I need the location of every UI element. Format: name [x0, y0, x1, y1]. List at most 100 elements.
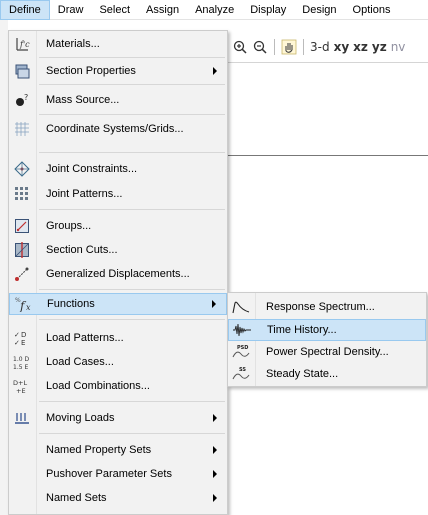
menu-design[interactable]: Design	[294, 0, 344, 20]
menu-item-groups[interactable]: Groups...	[9, 215, 227, 237]
submenu-item-time-history[interactable]: Time History...	[228, 319, 426, 341]
psd-badge: PSD	[237, 345, 248, 351]
load-cases-icon-top: 1.0 D	[13, 356, 29, 363]
generalized-displacements-icon	[13, 265, 31, 283]
menu-item-joint-patterns[interactable]: Joint Patterns...	[9, 183, 227, 205]
load-combinations-icon-top: D+L	[13, 379, 27, 387]
materials-icon: f'c	[13, 35, 31, 53]
submenu-item-response-spectrum[interactable]: Response Spectrum...	[228, 296, 426, 318]
menu-item-label: Functions	[47, 298, 95, 310]
submenu-arrow-icon	[213, 446, 217, 454]
menu-item-label: Materials...	[46, 38, 100, 50]
groups-icon	[13, 217, 31, 235]
submenu-item-label: Time History...	[267, 324, 337, 336]
moving-loads-icon	[13, 409, 31, 427]
menu-item-coordinate-systems[interactable]: Coordinate Systems/Grids...	[9, 118, 227, 140]
submenu-arrow-icon	[213, 67, 217, 75]
menu-item-label: Moving Loads	[46, 412, 115, 424]
menu-item-named-sets[interactable]: Named Sets	[9, 487, 227, 509]
menu-draw[interactable]: Draw	[50, 0, 92, 20]
menu-item-label: Load Cases...	[46, 356, 114, 368]
menu-separator	[39, 209, 225, 210]
load-cases-icon-bottom: 1.5 E	[13, 364, 28, 371]
submenu-arrow-icon	[213, 414, 217, 422]
menu-separator	[39, 84, 225, 85]
toolbar-separator	[274, 39, 275, 55]
menu-analyze[interactable]: Analyze	[187, 0, 242, 20]
menu-item-named-property-sets[interactable]: Named Property Sets	[9, 439, 227, 461]
grid-icon	[13, 120, 31, 138]
menu-item-materials[interactable]: f'c Materials...	[9, 33, 227, 55]
menu-assign[interactable]: Assign	[138, 0, 187, 20]
load-patterns-icon-top: D	[21, 331, 26, 339]
menu-display[interactable]: Display	[242, 0, 294, 20]
time-history-icon	[232, 321, 252, 339]
menu-item-generalized-displacements[interactable]: Generalized Displacements...	[9, 263, 227, 285]
menu-item-load-patterns[interactable]: ✓ D ✓ E Load Patterns...	[9, 327, 227, 349]
submenu-item-power-spectral-density[interactable]: PSD Power Spectral Density...	[228, 341, 426, 363]
view-nv-button[interactable]: nv	[391, 40, 406, 54]
view-yz-label: yz	[371, 40, 387, 54]
load-cases-icon: 1.0 D 1.5 E	[13, 353, 31, 371]
menu-item-label: Named Sets	[46, 492, 107, 504]
menu-item-section-properties[interactable]: Section Properties	[9, 60, 227, 82]
view-3d-button[interactable]: 3-d	[310, 40, 330, 54]
toolbar-separator	[303, 39, 304, 55]
menu-item-label: Joint Patterns...	[46, 188, 123, 200]
load-combinations-icon-bottom: +E	[16, 387, 26, 395]
power-spectral-density-icon: PSD	[231, 343, 251, 361]
section-properties-icon	[13, 62, 31, 80]
menu-item-label: Section Properties	[46, 65, 136, 77]
menu-item-label: Joint Constraints...	[46, 163, 138, 175]
svg-text:✓: ✓	[14, 339, 20, 347]
submenu-arrow-icon	[212, 300, 216, 308]
menu-item-moving-loads[interactable]: Moving Loads	[9, 407, 227, 429]
menu-item-load-combinations[interactable]: D+L +E Load Combinations...	[9, 375, 227, 397]
menu-select[interactable]: Select	[91, 0, 138, 20]
menu-separator	[39, 152, 225, 153]
menu-item-functions[interactable]: % f x Functions	[9, 293, 227, 315]
menu-item-label: Load Combinations...	[46, 380, 150, 392]
menu-item-pushover-parameter-sets[interactable]: Pushover Parameter Sets	[9, 463, 227, 485]
load-combinations-icon: D+L +E	[13, 377, 31, 395]
svg-text:x: x	[26, 303, 31, 312]
view-yz-button[interactable]: yz	[372, 40, 387, 54]
section-cuts-icon	[13, 241, 31, 259]
menu-item-load-cases[interactable]: 1.0 D 1.5 E Load Cases...	[9, 351, 227, 373]
view-xz-label: xz	[353, 40, 368, 54]
pan-hand-icon[interactable]	[281, 39, 297, 55]
view-xy-button[interactable]: xy	[334, 40, 350, 54]
zoom-out-icon[interactable]	[252, 39, 268, 55]
materials-icon-text: f'c	[19, 40, 30, 49]
menu-item-mass-source[interactable]: ? Mass Source...	[9, 89, 227, 111]
menu-options[interactable]: Options	[345, 0, 399, 20]
menu-separator	[39, 319, 225, 320]
view-xz-button[interactable]: xz	[353, 40, 368, 54]
menu-item-joint-constraints[interactable]: Joint Constraints...	[9, 158, 227, 180]
svg-text:✓: ✓	[14, 331, 20, 339]
submenu-item-steady-state[interactable]: SS Steady State...	[228, 363, 426, 385]
menu-item-label: Pushover Parameter Sets	[46, 468, 172, 480]
menu-item-label: Coordinate Systems/Grids...	[46, 123, 184, 135]
zoom-in-icon[interactable]	[232, 39, 248, 55]
view-toolbar: 3-d xy xz yz nv	[228, 34, 428, 60]
svg-text:?: ?	[24, 93, 28, 102]
toolbar-divider	[228, 62, 428, 63]
menu-item-section-cuts[interactable]: Section Cuts...	[9, 239, 227, 261]
submenu-arrow-icon	[213, 494, 217, 502]
functions-icon: % f x	[14, 295, 32, 313]
menu-separator	[39, 401, 225, 402]
menubar: Define Draw Select Assign Analyze Displa…	[0, 0, 428, 20]
joint-constraints-icon	[13, 160, 31, 178]
submenu-item-label: Steady State...	[266, 368, 339, 380]
menu-separator	[39, 57, 225, 58]
left-panel-strip	[0, 20, 8, 515]
submenu-arrow-icon	[213, 470, 217, 478]
menu-item-label: Generalized Displacements...	[46, 268, 190, 280]
response-spectrum-icon	[231, 298, 251, 316]
canvas-border	[228, 155, 428, 156]
submenu-item-label: Response Spectrum...	[266, 301, 375, 313]
menu-define[interactable]: Define	[0, 0, 50, 20]
mass-source-icon: ?	[13, 91, 31, 109]
menu-item-label: Load Patterns...	[46, 332, 124, 344]
